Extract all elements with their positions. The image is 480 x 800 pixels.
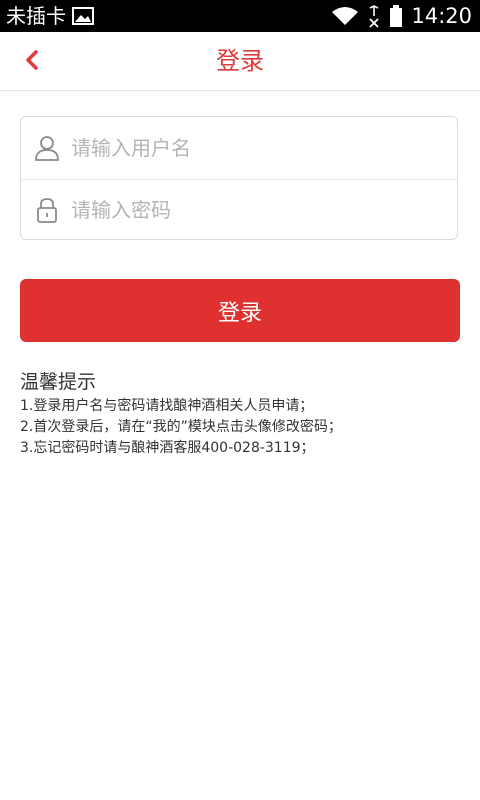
tip-line: 3.忘记密码时请与酿神酒客服400-028-3119； bbox=[20, 440, 315, 456]
carrier-label: 未插卡 bbox=[6, 4, 66, 28]
wifi-icon bbox=[331, 6, 359, 26]
lock-icon bbox=[27, 196, 67, 224]
password-input[interactable] bbox=[71, 198, 457, 222]
password-row bbox=[21, 179, 457, 241]
image-icon bbox=[72, 6, 94, 26]
clock: 14:20 bbox=[411, 4, 472, 28]
login-button[interactable]: 登录 bbox=[20, 279, 460, 342]
user-icon bbox=[27, 134, 67, 162]
tips-section: 温馨提示 1.登录用户名与密码请找酿神酒相关人员申请； 2.首次登录后，请在“我… bbox=[20, 370, 470, 459]
page-title: 登录 bbox=[216, 47, 264, 75]
login-form bbox=[20, 116, 458, 240]
status-bar-left: 未插卡 bbox=[6, 0, 94, 32]
tip-line: 1.登录用户名与密码请找酿神酒相关人员申请； bbox=[20, 398, 314, 414]
username-row bbox=[21, 117, 457, 180]
app-header: 登录 bbox=[0, 32, 480, 91]
status-bar-right: 14:20 bbox=[331, 0, 472, 32]
username-input[interactable] bbox=[71, 136, 457, 160]
tip-line: 2.首次登录后，请在“我的”模块点击头像修改密码； bbox=[20, 419, 342, 435]
no-sim-icon bbox=[367, 4, 381, 28]
tips-title: 温馨提示 bbox=[20, 371, 97, 393]
status-bar: 未插卡 14:20 bbox=[0, 0, 480, 32]
battery-icon bbox=[389, 4, 403, 28]
